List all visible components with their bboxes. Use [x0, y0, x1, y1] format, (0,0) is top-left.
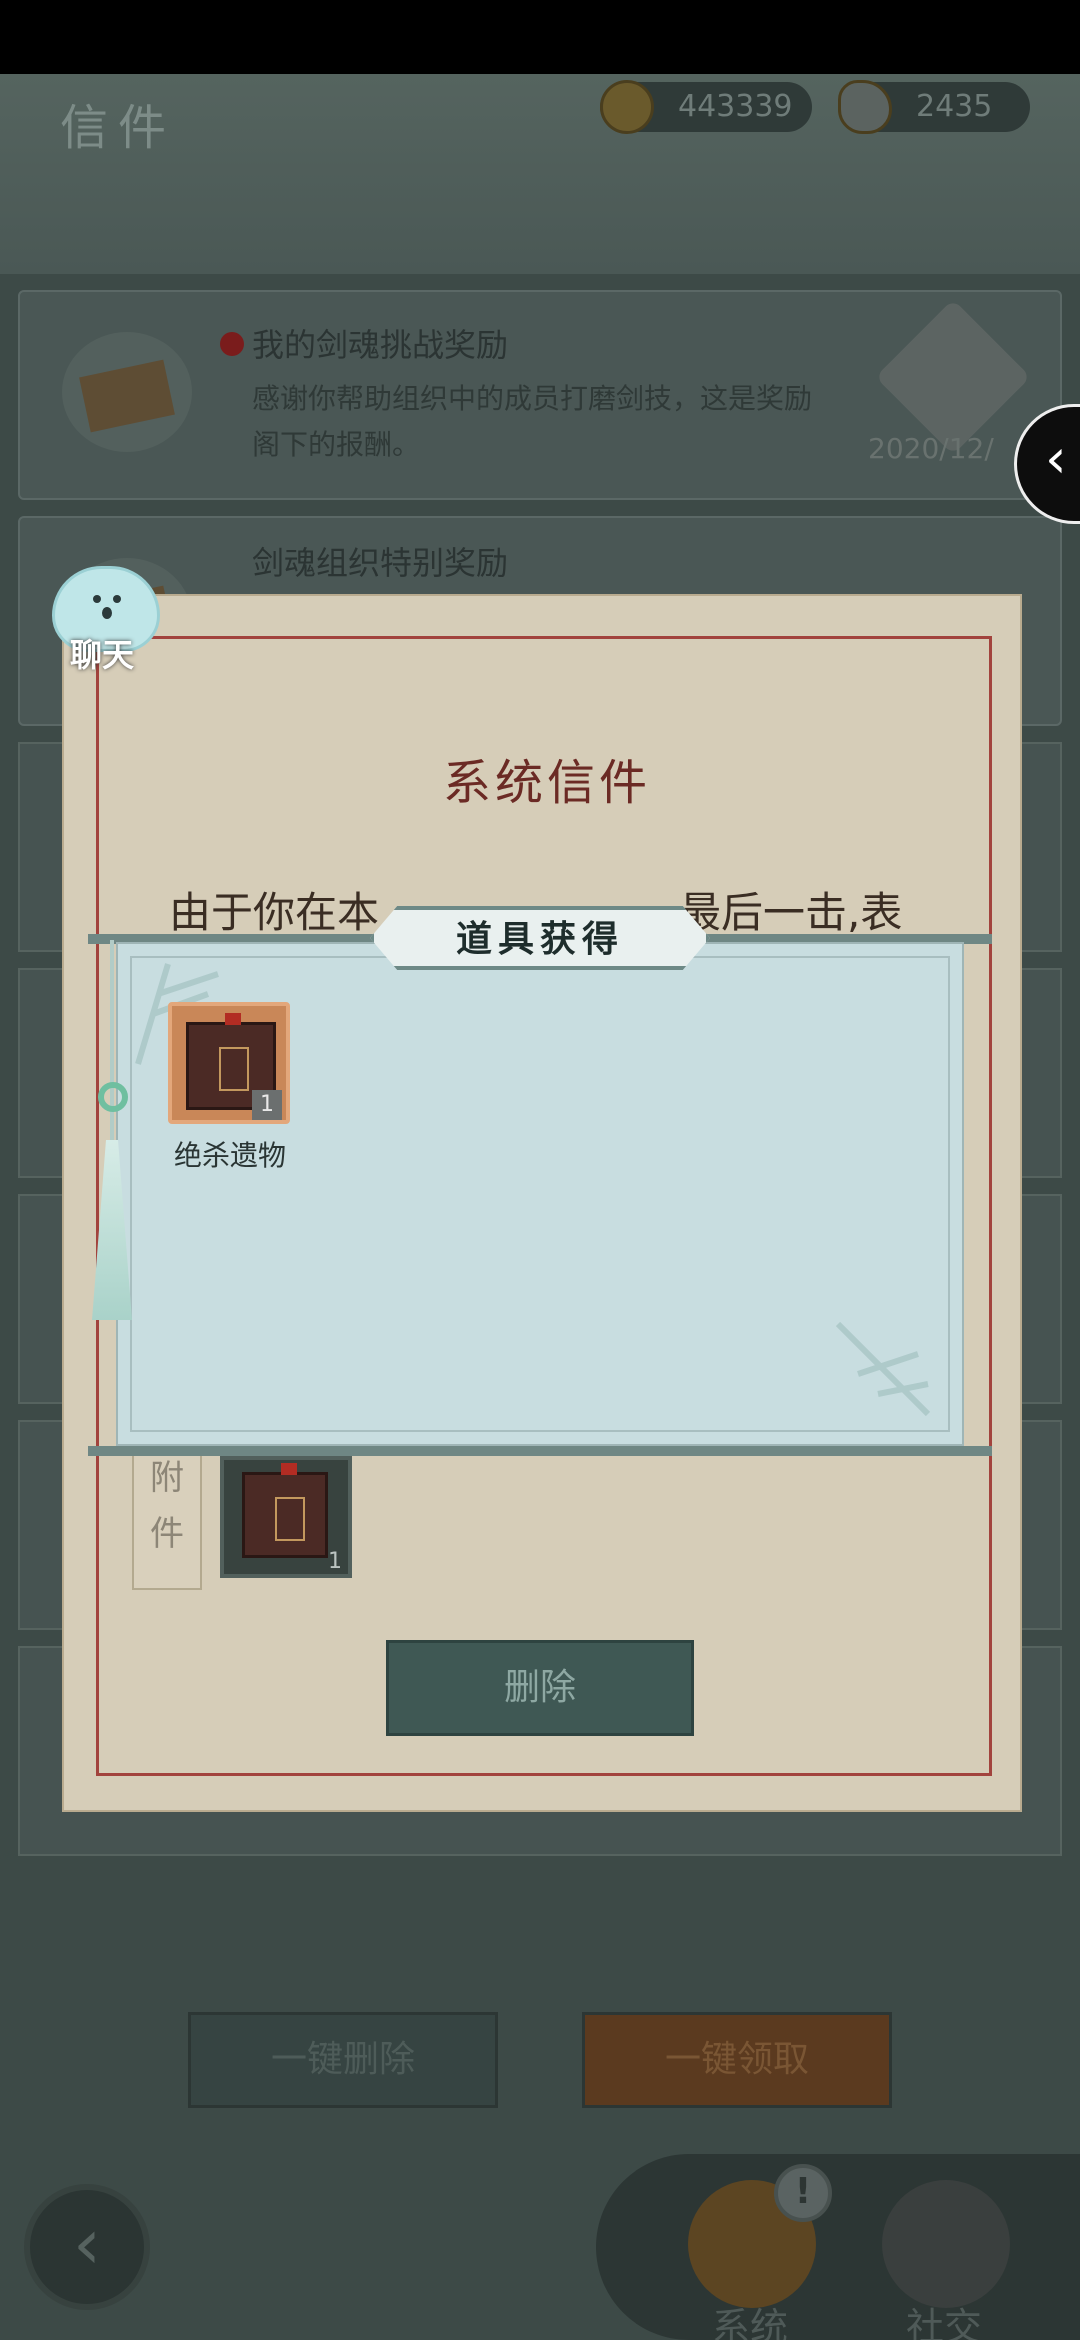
chat-label[interactable]: 聊天	[70, 630, 134, 676]
ingot-icon	[838, 80, 892, 134]
mail-date: 2020/12/	[868, 432, 994, 465]
back-arrow-icon[interactable]: ‹	[24, 2184, 150, 2310]
treasure-box-icon	[242, 1463, 328, 1558]
letter-text-left: 由于你在本	[169, 888, 380, 937]
chevron-left-icon: ‹	[1045, 427, 1067, 490]
claim-all-button[interactable]: 一键领取	[582, 2012, 892, 2108]
delete-all-button[interactable]: 一键删除	[188, 2012, 498, 2108]
letter-title: 系统信件	[442, 755, 651, 811]
dialog-bottom-rod	[88, 1446, 992, 1456]
ingot-counter: 2435	[838, 80, 1030, 134]
ingot-amount: 2435	[916, 89, 993, 124]
mail-item[interactable]: 我的剑魂挑战奖励 感谢你帮助组织中的成员打磨剑技，这是奖励阁下的报酬。 2020…	[18, 290, 1062, 500]
chat-face-icon	[93, 595, 121, 619]
envelope-icon	[62, 332, 192, 452]
mail-preview: 感谢你帮助组织中的成员打磨剑技，这是奖励阁下的报酬。	[252, 382, 813, 461]
delete-button[interactable]: 删除	[386, 1640, 694, 1736]
tab-system-label: 系统	[712, 2305, 789, 2340]
mail-title: 剑魂组织特别奖励	[252, 544, 509, 582]
mail-title: 我的剑魂挑战奖励	[252, 326, 509, 364]
attachment-item[interactable]: 1	[220, 1456, 352, 1578]
top-bar: 信件 443339 2435	[0, 74, 1080, 274]
dialog-title: 道具获得	[455, 918, 624, 960]
item-slot[interactable]: 1	[168, 1002, 290, 1124]
item-count: 1	[252, 1090, 282, 1120]
page-title: 信件	[60, 100, 177, 156]
status-bar	[0, 0, 1080, 74]
coin-icon	[600, 80, 654, 134]
letter-text-right: 最后一击,表	[679, 888, 903, 937]
attachment-count: 1	[328, 1549, 342, 1574]
coin-amount: 443339	[678, 89, 793, 124]
unread-dot	[220, 332, 244, 356]
dialog-title-plate: 道具获得	[370, 906, 710, 970]
bamboo-decoration-icon	[835, 1321, 931, 1417]
tab-social[interactable]	[882, 2180, 1010, 2308]
tab-social-label: 社交	[906, 2305, 983, 2340]
notification-badge: !	[774, 2164, 832, 2222]
jade-ring-icon	[98, 1082, 128, 1112]
item-name: 绝杀遗物	[173, 1139, 286, 1172]
coin-counter: 443339	[600, 80, 812, 134]
